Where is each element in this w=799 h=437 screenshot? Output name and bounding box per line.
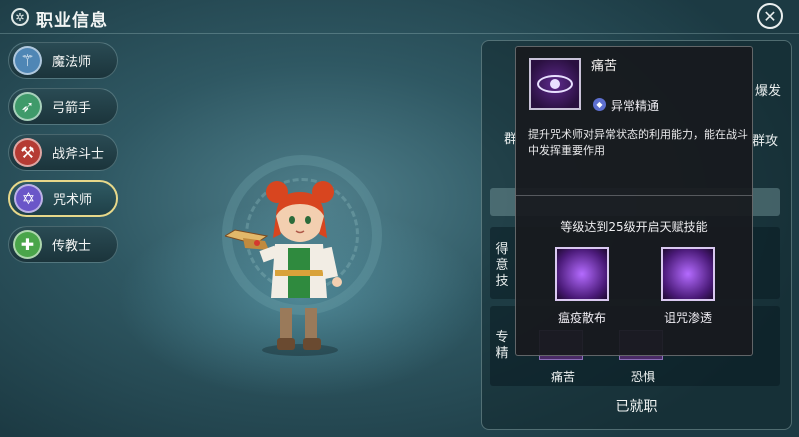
title-bar: ✲ 职业信息 ✕	[0, 0, 799, 34]
class-item-priest[interactable]: ✚ 传教士	[8, 226, 118, 263]
specialty-label: 专精	[495, 330, 509, 361]
gear-icon: ✲	[11, 8, 29, 26]
class-label: 弓箭手	[52, 101, 92, 116]
character-model	[225, 181, 342, 356]
bow-icon: ➶	[13, 92, 42, 121]
divider	[516, 195, 752, 196]
cross-icon: ✚	[13, 230, 42, 259]
class-item-axe-fighter[interactable]: ⚒ 战斧斗士	[8, 134, 118, 171]
pain-skill-label: 痛苦	[550, 370, 575, 384]
close-icon: ✕	[763, 6, 777, 26]
staff-icon: ⚚	[13, 46, 42, 75]
axe-icon: ⚒	[13, 138, 42, 167]
eye-icon	[529, 58, 581, 110]
class-label: 魔法师	[52, 55, 92, 70]
job-status: 已就职	[615, 399, 658, 415]
curse-icon[interactable]	[661, 247, 715, 301]
plague-icon[interactable]	[555, 247, 609, 301]
class-item-warlock[interactable]: ✡ 咒术师	[8, 180, 118, 217]
signature-skill-label: 得意技	[495, 242, 509, 289]
class-label: 传教士	[52, 239, 92, 254]
skill-description: 提升咒术师对异常状态的利用能力，能在战斗中发挥重要作用	[528, 128, 748, 157]
skill-name: 痛苦	[591, 59, 618, 74]
close-button[interactable]: ✕	[757, 3, 783, 29]
class-label: 战斧斗士	[52, 147, 105, 162]
tag-icon: ◆	[593, 98, 606, 111]
skill-tag: 异常精通	[611, 99, 660, 113]
talent-label: 瘟疫散布	[557, 311, 606, 325]
panel-aoe-label: 群攻	[752, 134, 779, 149]
class-label: 咒术师	[53, 193, 93, 208]
page-title: 职业信息	[36, 11, 108, 31]
unlock-text: 等级达到25级开启天赋技能	[560, 220, 708, 234]
fear-skill-label: 恐惧	[630, 370, 655, 384]
talent-label: 诅咒渗透	[663, 311, 712, 325]
class-item-mage[interactable]: ⚚ 魔法师	[8, 42, 118, 79]
class-item-archer[interactable]: ➶ 弓箭手	[8, 88, 118, 125]
hex-icon: ✡	[14, 184, 43, 213]
skill-tooltip: 痛苦 ◆ 异常精通 提升咒术师对异常状态的利用能力，能在战斗中发挥重要作用 等级…	[515, 46, 753, 356]
panel-burst-label: 爆发	[755, 84, 782, 99]
